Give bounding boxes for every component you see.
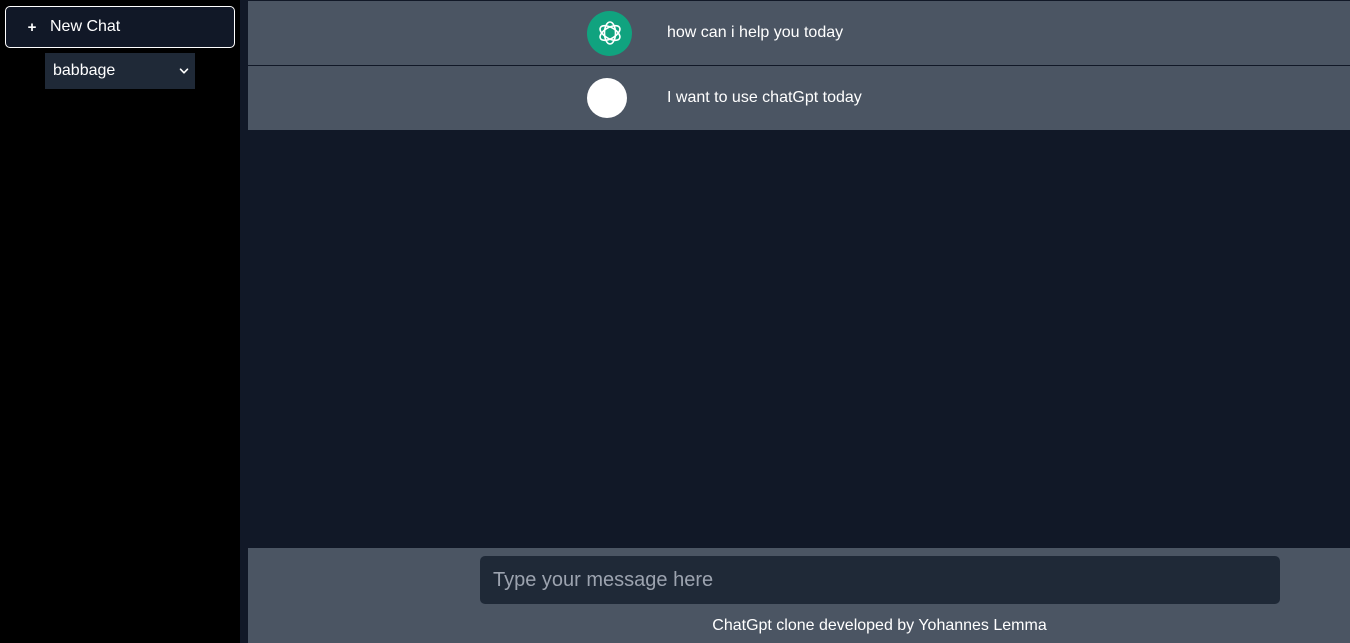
model-select-value: babbage <box>53 62 116 79</box>
chat-message-user: I want to use chatGpt today <box>248 66 1350 130</box>
user-avatar <box>587 78 627 118</box>
model-select[interactable]: babbage <box>45 53 195 89</box>
new-chat-label: New Chat <box>50 18 121 35</box>
chat-main: how can i help you today I want to use c… <box>248 0 1350 643</box>
new-chat-button[interactable]: + New Chat <box>5 6 235 48</box>
message-input[interactable] <box>480 556 1280 604</box>
sidebar-divider <box>240 0 248 643</box>
sidebar: + New Chat babbage <box>0 0 240 643</box>
footer-credit: ChatGpt clone developed by Yohannes Lemm… <box>712 617 1047 634</box>
composer: ChatGpt clone developed by Yohannes Lemm… <box>248 548 1350 643</box>
message-text: I want to use chatGpt today <box>667 89 862 106</box>
chevron-down-icon <box>179 68 189 74</box>
openai-logo-icon <box>587 10 632 56</box>
message-text: how can i help you today <box>667 24 844 41</box>
plus-icon: + <box>27 18 37 36</box>
chat-message-assistant: how can i help you today <box>248 1 1350 65</box>
